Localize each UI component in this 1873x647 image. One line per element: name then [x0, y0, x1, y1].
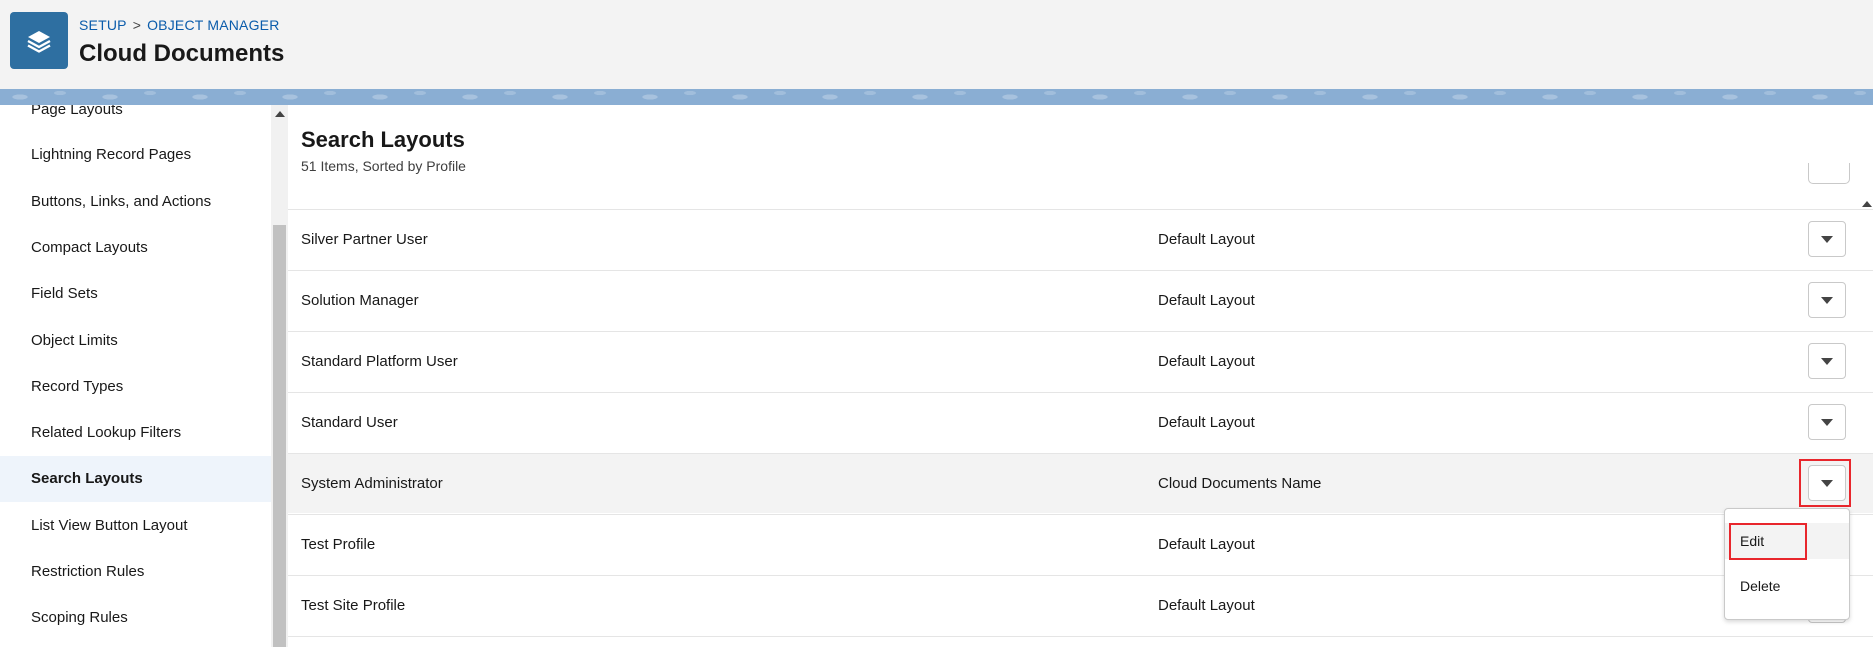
section-title: Search Layouts [301, 127, 465, 152]
table-row-partial [288, 636, 1873, 647]
sidebar-item-scoping-rules[interactable]: Scoping Rules [0, 595, 271, 641]
main-content: Search Layouts 51 Items, Sorted by Profi… [288, 105, 1873, 647]
profile-cell: Test Site Profile [301, 597, 406, 614]
row-actions-button[interactable] [1808, 221, 1846, 257]
chevron-down-icon [1821, 235, 1833, 243]
scroll-up-arrow-icon[interactable] [271, 105, 288, 122]
table-row: Test Profile Default Layout [288, 514, 1873, 574]
table-row-selected: System Administrator Cloud Documents Nam… [288, 453, 1873, 513]
sidebar-item-list-view-button-layout[interactable]: List View Button Layout [0, 503, 271, 549]
setup-header: SETUP > OBJECT MANAGER Cloud Documents [0, 0, 1873, 89]
sidebar-item-object-limits[interactable]: Object Limits [0, 318, 271, 364]
breadcrumb-separator: > [132, 17, 142, 33]
layers-icon [10, 12, 68, 69]
sidebar-item-field-sets[interactable]: Field Sets [0, 271, 271, 317]
sidebar-item-restriction-rules[interactable]: Restriction Rules [0, 549, 271, 595]
layout-cell: Default Layout [1158, 292, 1255, 309]
profile-cell: Silver Partner User [301, 231, 428, 248]
row-actions-menu: Edit Delete [1724, 508, 1850, 620]
decorative-band [0, 89, 1873, 105]
layout-cell: Default Layout [1158, 536, 1255, 553]
sidebar-scrollbar[interactable] [271, 105, 288, 647]
scroll-up-arrow-icon[interactable] [1862, 201, 1872, 207]
chevron-down-icon [1821, 296, 1833, 304]
menu-item-delete[interactable]: Delete [1725, 568, 1849, 604]
layout-cell: Default Layout [1158, 353, 1255, 370]
table-row: Silver Partner User Default Layout [288, 209, 1873, 269]
row-actions-button[interactable] [1808, 282, 1846, 318]
table-row: Solution Manager Default Layout [288, 270, 1873, 330]
chevron-down-icon [1821, 418, 1833, 426]
table-row: Standard Platform User Default Layout [288, 331, 1873, 391]
chevron-down-icon [1821, 357, 1833, 365]
row-actions-button[interactable] [1808, 343, 1846, 379]
sidebar-item-compact-layouts[interactable]: Compact Layouts [0, 225, 271, 271]
row-menu-button-partial[interactable] [1808, 163, 1850, 184]
breadcrumb-setup[interactable]: SETUP [79, 17, 127, 33]
scrollbar-thumb[interactable] [273, 225, 286, 647]
sidebar-item-lightning-record-pages[interactable]: Lightning Record Pages [0, 132, 271, 178]
sidebar-item-buttons-links-actions[interactable]: Buttons, Links, and Actions [0, 179, 271, 225]
layout-cell: Default Layout [1158, 414, 1255, 431]
breadcrumb: SETUP > OBJECT MANAGER [79, 17, 280, 33]
profile-cell: Standard Platform User [301, 353, 458, 370]
table-row: Standard User Default Layout [288, 392, 1873, 452]
breadcrumb-object-manager[interactable]: OBJECT MANAGER [147, 17, 279, 33]
page-title: Cloud Documents [79, 40, 285, 67]
sidebar-item-related-lookup-filters[interactable]: Related Lookup Filters [0, 410, 271, 456]
row-actions-button[interactable] [1808, 404, 1846, 440]
profile-cell: System Administrator [301, 475, 443, 492]
layout-cell: Cloud Documents Name [1158, 475, 1322, 492]
sidebar-item-search-layouts[interactable]: Search Layouts [0, 456, 271, 502]
layout-cell: Default Layout [1158, 231, 1255, 248]
annotation-highlight-box [1799, 459, 1851, 507]
section-subtitle: 51 Items, Sorted by Profile [301, 158, 466, 174]
sidebar-item-record-types[interactable]: Record Types [0, 364, 271, 410]
layout-cell: Default Layout [1158, 597, 1255, 614]
profile-cell: Standard User [301, 414, 398, 431]
annotation-highlight-box [1729, 523, 1807, 560]
table-row: Test Site Profile Default Layout [288, 575, 1873, 635]
sidebar: Page Layouts Lightning Record Pages Butt… [0, 105, 272, 647]
profile-cell: Test Profile [301, 536, 376, 553]
sidebar-item-page-layouts[interactable]: Page Layouts [0, 105, 271, 133]
profile-cell: Solution Manager [301, 292, 419, 309]
